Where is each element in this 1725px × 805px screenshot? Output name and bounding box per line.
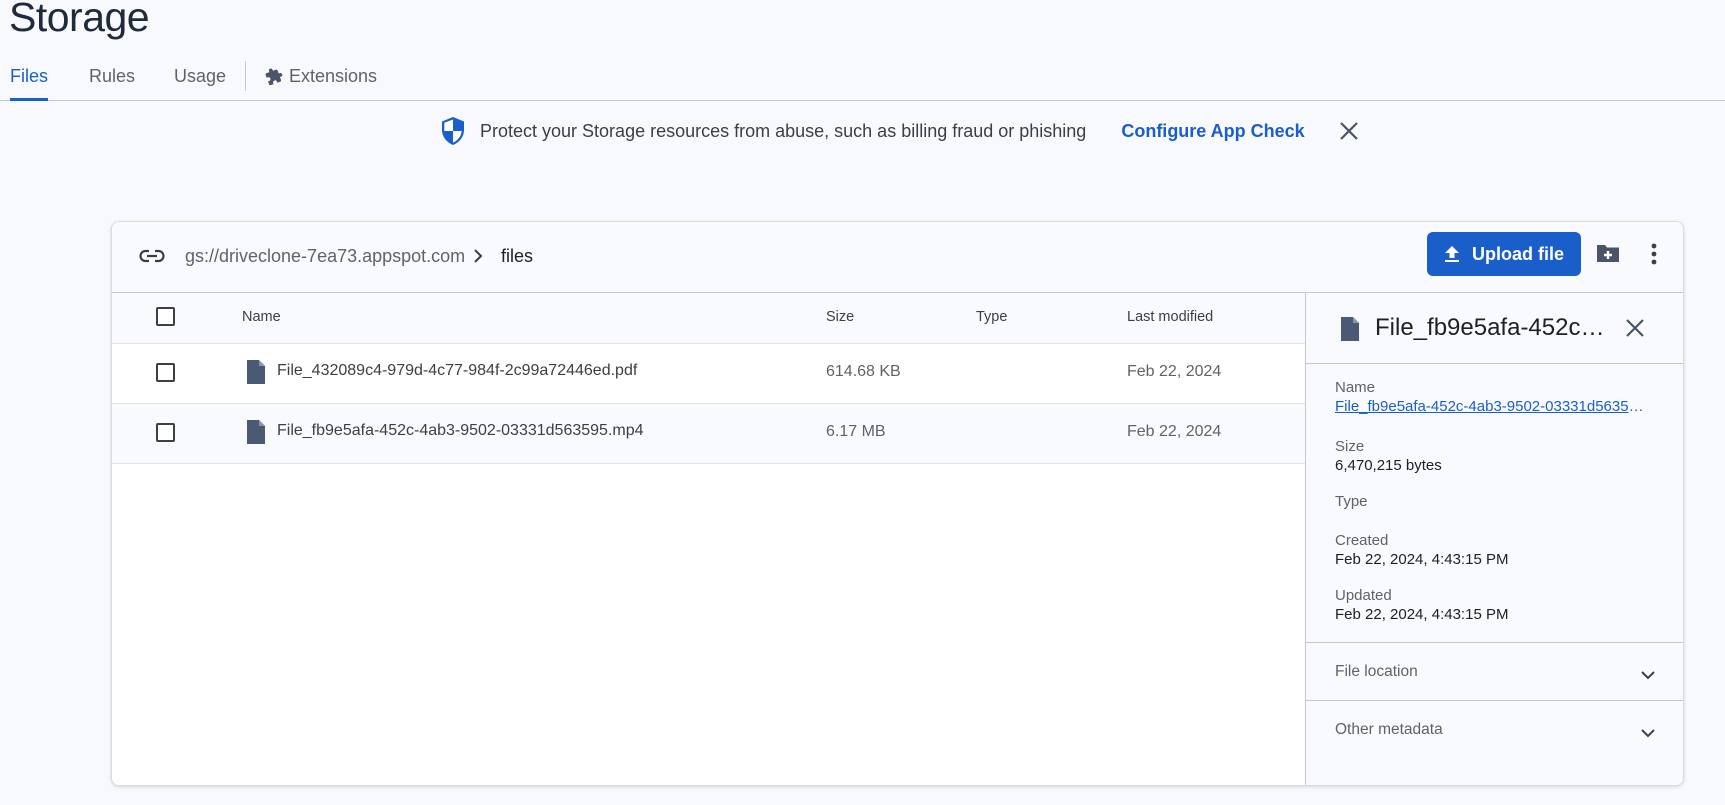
- chevron-down-icon: [1640, 725, 1656, 743]
- meta-type-label: Type: [1335, 493, 1368, 510]
- tab-files[interactable]: Files: [10, 58, 49, 101]
- more-vert-icon[interactable]: [1650, 242, 1658, 271]
- row-checkbox[interactable]: [156, 423, 175, 442]
- chevron-right-icon: [472, 248, 484, 269]
- file-modified: Feb 22, 2024: [1127, 363, 1222, 380]
- upload-icon: [1444, 246, 1459, 262]
- meta-updated-label: Updated: [1335, 587, 1392, 604]
- banner-text: Protect your Storage resources from abus…: [480, 120, 1087, 141]
- other-metadata-accordion[interactable]: Other metadata: [1306, 700, 1683, 759]
- bucket-breadcrumb[interactable]: gs://driveclone-7ea73.appspot.com: [185, 246, 465, 267]
- file-name[interactable]: File_432089c4-979d-4c77-984f-2c99a72446e…: [277, 362, 637, 380]
- configure-app-check-link[interactable]: Configure App Check: [1121, 121, 1304, 142]
- banner-close-button[interactable]: [1339, 121, 1359, 141]
- select-all-checkbox[interactable]: [156, 307, 175, 326]
- tab-extensions-label: Extensions: [289, 66, 378, 86]
- meta-created: Created Feb 22, 2024, 4:43:15 PM: [1335, 532, 1508, 568]
- close-icon: [1339, 122, 1358, 140]
- meta-updated-value: Feb 22, 2024, 4:43:15 PM: [1335, 606, 1509, 623]
- table-row[interactable]: File_fb9e5afa-452c-4ab3-9502-03331d56359…: [112, 404, 1305, 464]
- meta-type: Type: [1335, 493, 1368, 510]
- puzzle-icon: [265, 61, 283, 97]
- meta-size-value: 6,470,215 bytes: [1335, 457, 1442, 474]
- storage-browser-card: gs://driveclone-7ea73.appspot.com files …: [111, 221, 1684, 786]
- shield-icon: [440, 116, 466, 146]
- files-table: Name Size Type Last modified File_432089…: [112, 293, 1305, 464]
- file-modified: Feb 22, 2024: [1127, 423, 1222, 440]
- meta-size: Size 6,470,215 bytes: [1335, 438, 1442, 474]
- file-size: 614.68 KB: [826, 363, 901, 380]
- folder-breadcrumb[interactable]: files: [501, 246, 533, 267]
- meta-updated: Updated Feb 22, 2024, 4:43:15 PM: [1335, 587, 1508, 623]
- column-size[interactable]: Size: [826, 309, 854, 325]
- details-close-button[interactable]: [1625, 318, 1645, 343]
- close-icon: [1626, 319, 1644, 337]
- tab-rules[interactable]: Rules: [89, 58, 135, 100]
- tab-extensions[interactable]: Extensions: [265, 58, 377, 100]
- file-location-label: File location: [1335, 663, 1418, 680]
- other-metadata-label: Other metadata: [1335, 721, 1443, 738]
- meta-name-link[interactable]: File_fb9e5afa-452c-4ab3-9502-03331d56359…: [1335, 398, 1647, 415]
- create-folder-icon[interactable]: [1595, 241, 1621, 270]
- table-header: Name Size Type Last modified: [112, 293, 1305, 344]
- tab-divider: [245, 61, 246, 91]
- chevron-down-icon: [1640, 667, 1656, 685]
- file-icon: [245, 419, 267, 450]
- app-check-banner: Protect your Storage resources from abus…: [440, 115, 1359, 147]
- meta-created-value: Feb 22, 2024, 4:43:15 PM: [1335, 551, 1509, 568]
- page-title: Storage: [9, 0, 150, 40]
- tab-usage[interactable]: Usage: [174, 58, 226, 100]
- file-icon: [245, 359, 267, 390]
- upload-file-label: Upload file: [1471, 243, 1564, 264]
- details-header: File_fb9e5afa-452c-4ab3-9502-03331d56359…: [1306, 293, 1683, 364]
- tab-bar: Files Rules Usage Extensions: [0, 58, 1725, 101]
- browser-toolbar: gs://driveclone-7ea73.appspot.com files …: [112, 222, 1683, 293]
- file-icon: [1339, 316, 1361, 347]
- meta-name: Name File_fb9e5afa-452c-4ab3-9502-03331d…: [1335, 379, 1647, 415]
- details-title: File_fb9e5afa-452c-4ab3-9502-03331d56359…: [1375, 314, 1605, 341]
- link-icon[interactable]: [138, 246, 166, 271]
- upload-file-button[interactable]: Upload file: [1427, 232, 1581, 276]
- column-last-modified[interactable]: Last modified: [1127, 309, 1213, 325]
- row-checkbox[interactable]: [156, 363, 175, 382]
- column-type[interactable]: Type: [976, 309, 1007, 325]
- meta-size-label: Size: [1335, 438, 1365, 455]
- file-location-accordion[interactable]: File location: [1306, 642, 1683, 701]
- file-name[interactable]: File_fb9e5afa-452c-4ab3-9502-03331d56359…: [277, 422, 644, 440]
- file-details-panel: File_fb9e5afa-452c-4ab3-9502-03331d56359…: [1305, 293, 1683, 785]
- table-row[interactable]: File_432089c4-979d-4c77-984f-2c99a72446e…: [112, 344, 1305, 404]
- meta-name-label: Name: [1335, 379, 1376, 396]
- file-size: 6.17 MB: [826, 423, 886, 440]
- meta-created-label: Created: [1335, 532, 1389, 549]
- column-name[interactable]: Name: [242, 309, 281, 325]
